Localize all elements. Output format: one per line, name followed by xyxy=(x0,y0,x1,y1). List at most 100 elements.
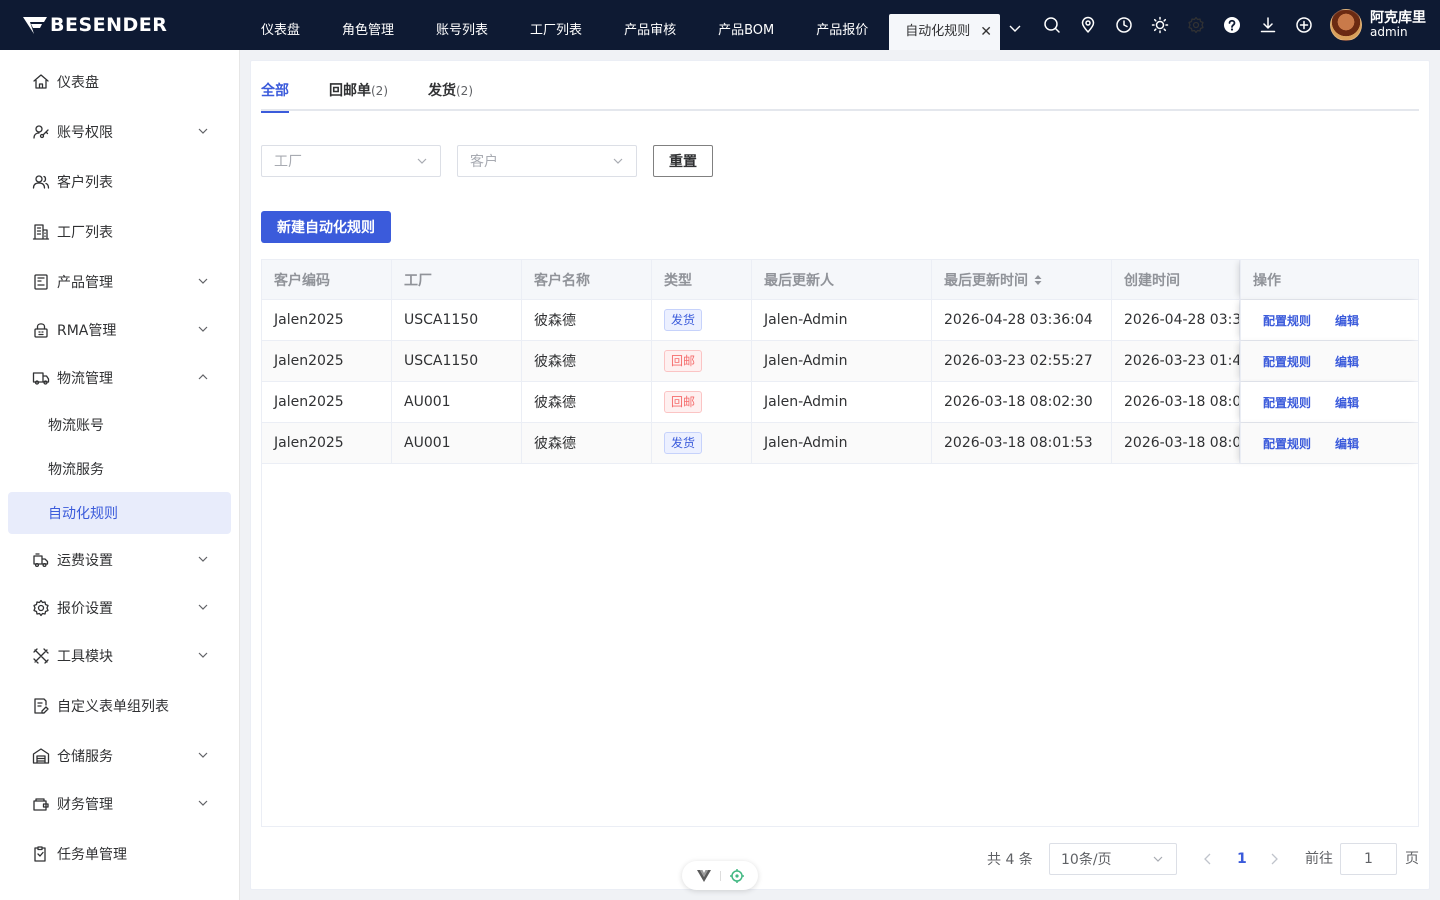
sidebar-item[interactable]: 报价设置 xyxy=(8,587,231,629)
sidebar-item-label: 客户列表 xyxy=(57,175,113,191)
form-icon xyxy=(34,698,49,714)
top-nav-item[interactable]: 仪表盘 xyxy=(240,0,321,50)
cell-text: Jalen-Admin xyxy=(764,353,848,369)
reset-button[interactable]: 重置 xyxy=(653,145,713,177)
sidebar-item[interactable]: 账号权限 xyxy=(8,111,231,153)
prev-page-icon[interactable] xyxy=(1201,851,1215,867)
sidebar-item[interactable]: 工厂列表 xyxy=(8,211,231,253)
sidebar-item-label: 财务管理 xyxy=(57,797,113,813)
top-nav-item[interactable]: 产品报价 xyxy=(795,0,889,50)
sidebar-item-label: 工厂列表 xyxy=(57,225,113,241)
tab-1[interactable]: 回邮单(2) xyxy=(329,61,388,111)
location-button[interactable] xyxy=(1070,0,1106,50)
table-cell-code: Jalen2025 xyxy=(262,382,392,422)
table-cell-customer: 彼森德 xyxy=(522,423,652,463)
user-menu[interactable]: 阿克库里 admin xyxy=(1329,9,1426,41)
tab-label: 发货 xyxy=(428,83,456,99)
sidebar-item[interactable]: 仓储服务 xyxy=(8,735,231,777)
column-header-label: 客户名称 xyxy=(534,272,590,289)
table-header: 客户编码 工厂 客户名称 类型 最后更新人 最后更新时间 创建时间 操作 xyxy=(262,260,1418,300)
sidebar-item[interactable]: 仪表盘 xyxy=(8,61,231,103)
truck-icon xyxy=(32,372,50,385)
brand-logo[interactable]: BESENDER xyxy=(0,0,240,50)
sidebar-item[interactable]: 工具模块 xyxy=(8,635,231,677)
top-nav-active-tab[interactable]: 自动化规则 ✕ xyxy=(889,14,1000,50)
sidebar-item[interactable]: 任务单管理 xyxy=(8,833,231,875)
customer-select[interactable]: 客户 xyxy=(457,145,637,177)
cell-text: AU001 xyxy=(404,435,451,451)
table-cell-type: 回邮 xyxy=(652,382,752,422)
edit-link[interactable]: 编辑 xyxy=(1335,394,1359,411)
top-nav-item[interactable]: 产品审核 xyxy=(603,0,697,50)
top-nav-item[interactable]: 账号列表 xyxy=(415,0,509,50)
chevron-down-icon xyxy=(1009,25,1021,32)
config-rule-link[interactable]: 配置规则 xyxy=(1263,394,1311,411)
sidebar-item[interactable]: 自动化规则 xyxy=(8,492,231,534)
sun-button[interactable] xyxy=(1142,0,1178,50)
column-header-label: 类型 xyxy=(664,272,692,289)
table-cell-actions: 配置规则 编辑 xyxy=(1240,382,1418,422)
table-cell-factory: USCA1150 xyxy=(392,300,522,340)
goto-page-input[interactable] xyxy=(1340,843,1397,875)
top-nav-item[interactable]: 产品BOM xyxy=(697,0,795,50)
page-number-current[interactable]: 1 xyxy=(1237,843,1247,875)
factory-select[interactable]: 工厂 xyxy=(261,145,441,177)
table-row: Jalen2025 AU001 彼森德 发货 Jalen-Admin 2026-03-18… xyxy=(262,423,1418,464)
vue-logo-icon[interactable] xyxy=(696,869,711,882)
top-nav-item[interactable]: 工厂列表 xyxy=(509,0,603,50)
sidebar-item[interactable]: 物流服务 xyxy=(8,448,231,490)
sidebar-item[interactable]: 产品管理 xyxy=(8,261,231,303)
sort-icon[interactable] xyxy=(1034,274,1042,286)
type-badge: 发货 xyxy=(664,309,703,331)
type-tabs: 全部 回邮单(2) 发货(2) xyxy=(261,61,1419,113)
clock-button[interactable] xyxy=(1106,0,1142,50)
help-icon xyxy=(1223,17,1240,33)
chevron-up-icon xyxy=(198,374,208,380)
table-cell-updated: 2026-03-18 08:02:30 xyxy=(932,382,1112,422)
download-button[interactable] xyxy=(1250,0,1286,50)
users-icon xyxy=(32,175,50,189)
config-rule-link[interactable]: 配置规则 xyxy=(1263,435,1311,452)
sidebar-item[interactable]: 物流管理 xyxy=(8,357,231,399)
brand-name: BESENDER xyxy=(50,14,168,36)
new-rule-button[interactable]: 新建自动化规则 xyxy=(261,211,391,243)
tab-0[interactable]: 全部 xyxy=(261,61,289,113)
top-nav-item[interactable]: 角色管理 xyxy=(321,0,415,50)
freight-icon xyxy=(33,553,49,568)
sidebar-item[interactable]: 自定义表单组列表 xyxy=(8,685,231,727)
column-header: 操作 xyxy=(1240,260,1418,299)
edit-link[interactable]: 编辑 xyxy=(1335,353,1359,370)
table-cell-updater: Jalen-Admin xyxy=(752,382,932,422)
cell-text: 彼森德 xyxy=(534,395,576,411)
sidebar-item[interactable]: 客户列表 xyxy=(8,161,231,203)
close-icon[interactable]: ✕ xyxy=(980,14,992,50)
sidebar-item[interactable]: RMA管理 xyxy=(8,309,231,351)
table-cell-created: 2026-03-23 01:4 xyxy=(1112,341,1240,381)
config-rule-link[interactable]: 配置规则 xyxy=(1263,353,1311,370)
table-cell-created: 2026-03-18 08:0 xyxy=(1112,423,1240,463)
clock-icon xyxy=(1116,17,1132,33)
tab-2[interactable]: 发货(2) xyxy=(428,61,473,111)
page-size-select[interactable]: 10条/页 xyxy=(1049,843,1177,875)
edit-link[interactable]: 编辑 xyxy=(1335,435,1359,452)
target-icon[interactable] xyxy=(729,868,744,883)
help-button[interactable] xyxy=(1214,0,1250,50)
next-page-icon[interactable] xyxy=(1267,851,1281,867)
tabs-more-button[interactable] xyxy=(1000,4,1030,54)
config-rule-link[interactable]: 配置规则 xyxy=(1263,312,1311,329)
sidebar-item-label: 工具模块 xyxy=(57,649,113,665)
cell-text: 2026-03-18 08:02:30 xyxy=(944,394,1093,410)
column-header[interactable]: 最后更新时间 xyxy=(932,260,1112,299)
edit-link[interactable]: 编辑 xyxy=(1335,312,1359,329)
sidebar-item[interactable]: 财务管理 xyxy=(8,783,231,825)
gear-button[interactable] xyxy=(1178,0,1214,50)
sidebar-item[interactable]: 运费设置 xyxy=(8,539,231,581)
tools-icon xyxy=(33,648,49,664)
search-button[interactable] xyxy=(1034,0,1070,50)
cell-text: USCA1150 xyxy=(404,312,479,328)
sidebar-item[interactable]: 物流账号 xyxy=(8,404,231,446)
avatar[interactable] xyxy=(1329,9,1362,41)
plus-circle-button[interactable] xyxy=(1286,0,1322,50)
building-icon xyxy=(32,224,50,240)
table-cell-updater: Jalen-Admin xyxy=(752,300,932,340)
